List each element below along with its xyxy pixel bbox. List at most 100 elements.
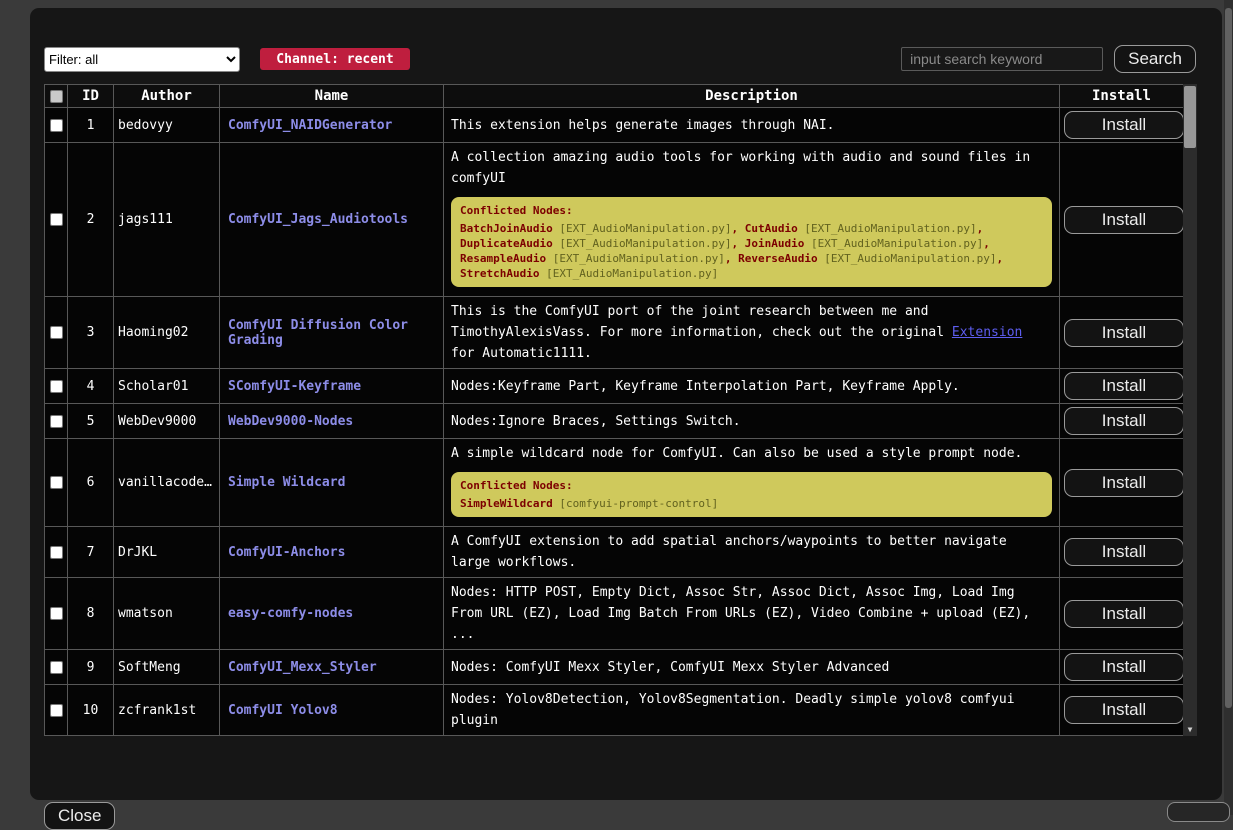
row-name-link[interactable]: WebDev9000-Nodes [220,404,444,439]
row-description: A collection amazing audio tools for wor… [444,143,1060,297]
row-checkbox[interactable] [50,607,63,620]
install-button[interactable]: Install [1064,407,1184,435]
conflict-node-source: [EXT_AudioManipulation.py] [546,267,718,280]
row-checkbox[interactable] [50,704,63,717]
conflict-node-name: ResampleAudio [460,252,546,265]
install-button[interactable]: Install [1064,469,1184,497]
conflict-node-name: SimpleWildcard [460,497,553,510]
filter-select[interactable]: Filter: all [44,47,240,72]
row-id: 8 [68,578,114,650]
table-body: 1bedovyyComfyUI_NAIDGeneratorThis extens… [45,108,1184,736]
search-input[interactable] [901,47,1103,71]
row-install-cell: Install [1060,108,1184,143]
row-checkbox[interactable] [50,415,63,428]
row-name-link[interactable]: ComfyUI Yolov8 [220,685,444,736]
row-checkbox-cell [45,297,68,369]
conflict-node-name: JoinAudio [745,237,805,250]
row-checkbox-cell [45,527,68,578]
install-button[interactable]: Install [1064,111,1184,139]
close-button[interactable]: Close [44,802,115,830]
row-name-link[interactable]: ComfyUI Diffusion Color Grading [220,297,444,369]
row-checkbox-cell [45,439,68,527]
row-description: Nodes:Keyframe Part, Keyframe Interpolat… [444,369,1060,404]
dialog-footer: Close [44,802,1208,830]
row-install-cell: Install [1060,369,1184,404]
scroll-down-arrow-icon[interactable]: ▼ [1183,723,1197,736]
install-button[interactable]: Install [1064,319,1184,347]
row-description: This is the ComfyUI port of the joint re… [444,297,1060,369]
conflict-node-name: ReverseAudio [738,252,817,265]
col-header-author: Author [114,85,220,108]
search-button[interactable]: Search [1114,45,1196,73]
row-name-link[interactable]: ComfyUI_Mexx_Styler [220,650,444,685]
row-checkbox[interactable] [50,213,63,226]
background-partial-button [1167,802,1230,822]
conflict-node-source: [comfyui-prompt-control] [559,497,718,510]
install-button[interactable]: Install [1064,538,1184,566]
install-button[interactable]: Install [1064,372,1184,400]
table-scrollbar-thumb[interactable] [1184,86,1196,148]
conflict-node-name: BatchJoinAudio [460,222,553,235]
conflict-node-source: [EXT_AudioManipulation.py] [559,222,731,235]
row-checkbox[interactable] [50,119,63,132]
table-row: 3Haoming02ComfyUI Diffusion Color Gradin… [45,297,1184,369]
table-row: 7DrJKLComfyUI-AnchorsA ComfyUI extension… [45,527,1184,578]
row-install-cell: Install [1060,297,1184,369]
row-id: 9 [68,650,114,685]
row-description: A simple wildcard node for ComfyUI. Can … [444,439,1060,527]
row-install-cell: Install [1060,143,1184,297]
conflicted-nodes-warning: Conflicted Nodes:BatchJoinAudio [EXT_Aud… [451,197,1052,287]
table-scrollbar[interactable]: ▼ [1183,84,1197,736]
conflict-node-name: StretchAudio [460,267,539,280]
row-name-link[interactable]: Simple Wildcard [220,439,444,527]
row-description: A ComfyUI extension to add spatial ancho… [444,527,1060,578]
nodes-table-wrap: ID Author Name Description Install 1bedo… [44,84,1197,736]
conflicted-nodes-warning: Conflicted Nodes: SimpleWildcard [comfyui… [451,472,1052,517]
row-name-link[interactable]: easy-comfy-nodes [220,578,444,650]
page-scrollbar-thumb[interactable] [1225,8,1232,708]
row-checkbox-cell [45,578,68,650]
row-id: 4 [68,369,114,404]
install-button[interactable]: Install [1064,653,1184,681]
row-author: SoftMeng [114,650,220,685]
row-checkbox[interactable] [50,661,63,674]
row-name-link[interactable]: SComfyUI-Keyframe [220,369,444,404]
row-author: zcfrank1st [114,685,220,736]
conflict-node-source: [EXT_AudioManipulation.py] [553,252,725,265]
row-description: Nodes: ComfyUI Mexx Styler, ComfyUI Mexx… [444,650,1060,685]
row-install-cell: Install [1060,439,1184,527]
row-description: Nodes:Ignore Braces, Settings Switch. [444,404,1060,439]
row-name-link[interactable]: ComfyUI_Jags_Audiotools [220,143,444,297]
row-id: 10 [68,685,114,736]
description-link[interactable]: Extension [952,325,1022,340]
install-button[interactable]: Install [1064,206,1184,234]
install-button[interactable]: Install [1064,600,1184,628]
col-header-name: Name [220,85,444,108]
page-scrollbar[interactable] [1224,0,1233,815]
row-description: Nodes: Yolov8Detection, Yolov8Segmentati… [444,685,1060,736]
row-id: 6 [68,439,114,527]
row-name-link[interactable]: ComfyUI_NAIDGenerator [220,108,444,143]
table-row: 5WebDev9000WebDev9000-NodesNodes:Ignore … [45,404,1184,439]
row-install-cell: Install [1060,578,1184,650]
row-author: DrJKL [114,527,220,578]
row-checkbox-cell [45,143,68,297]
row-checkbox[interactable] [50,476,63,489]
row-checkbox[interactable] [50,380,63,393]
conflict-title: Conflicted Nodes: [460,478,1043,493]
custom-nodes-install-dialog: Filter: all Channel: recent Search ID Au… [30,8,1222,800]
row-checkbox[interactable] [50,326,63,339]
conflict-node-source: [EXT_AudioManipulation.py] [811,237,983,250]
row-checkbox[interactable] [50,546,63,559]
row-name-link[interactable]: ComfyUI-Anchors [220,527,444,578]
row-author: WebDev9000 [114,404,220,439]
row-description: This extension helps generate images thr… [444,108,1060,143]
table-row: 10zcfrank1stComfyUI Yolov8Nodes: Yolov8D… [45,685,1184,736]
nodes-table: ID Author Name Description Install 1bedo… [44,84,1184,736]
select-all-checkbox[interactable] [50,90,63,103]
install-button[interactable]: Install [1064,696,1184,724]
row-author: vanillacode314 [114,439,220,527]
row-checkbox-cell [45,685,68,736]
row-checkbox-cell [45,369,68,404]
row-author: Scholar01 [114,369,220,404]
